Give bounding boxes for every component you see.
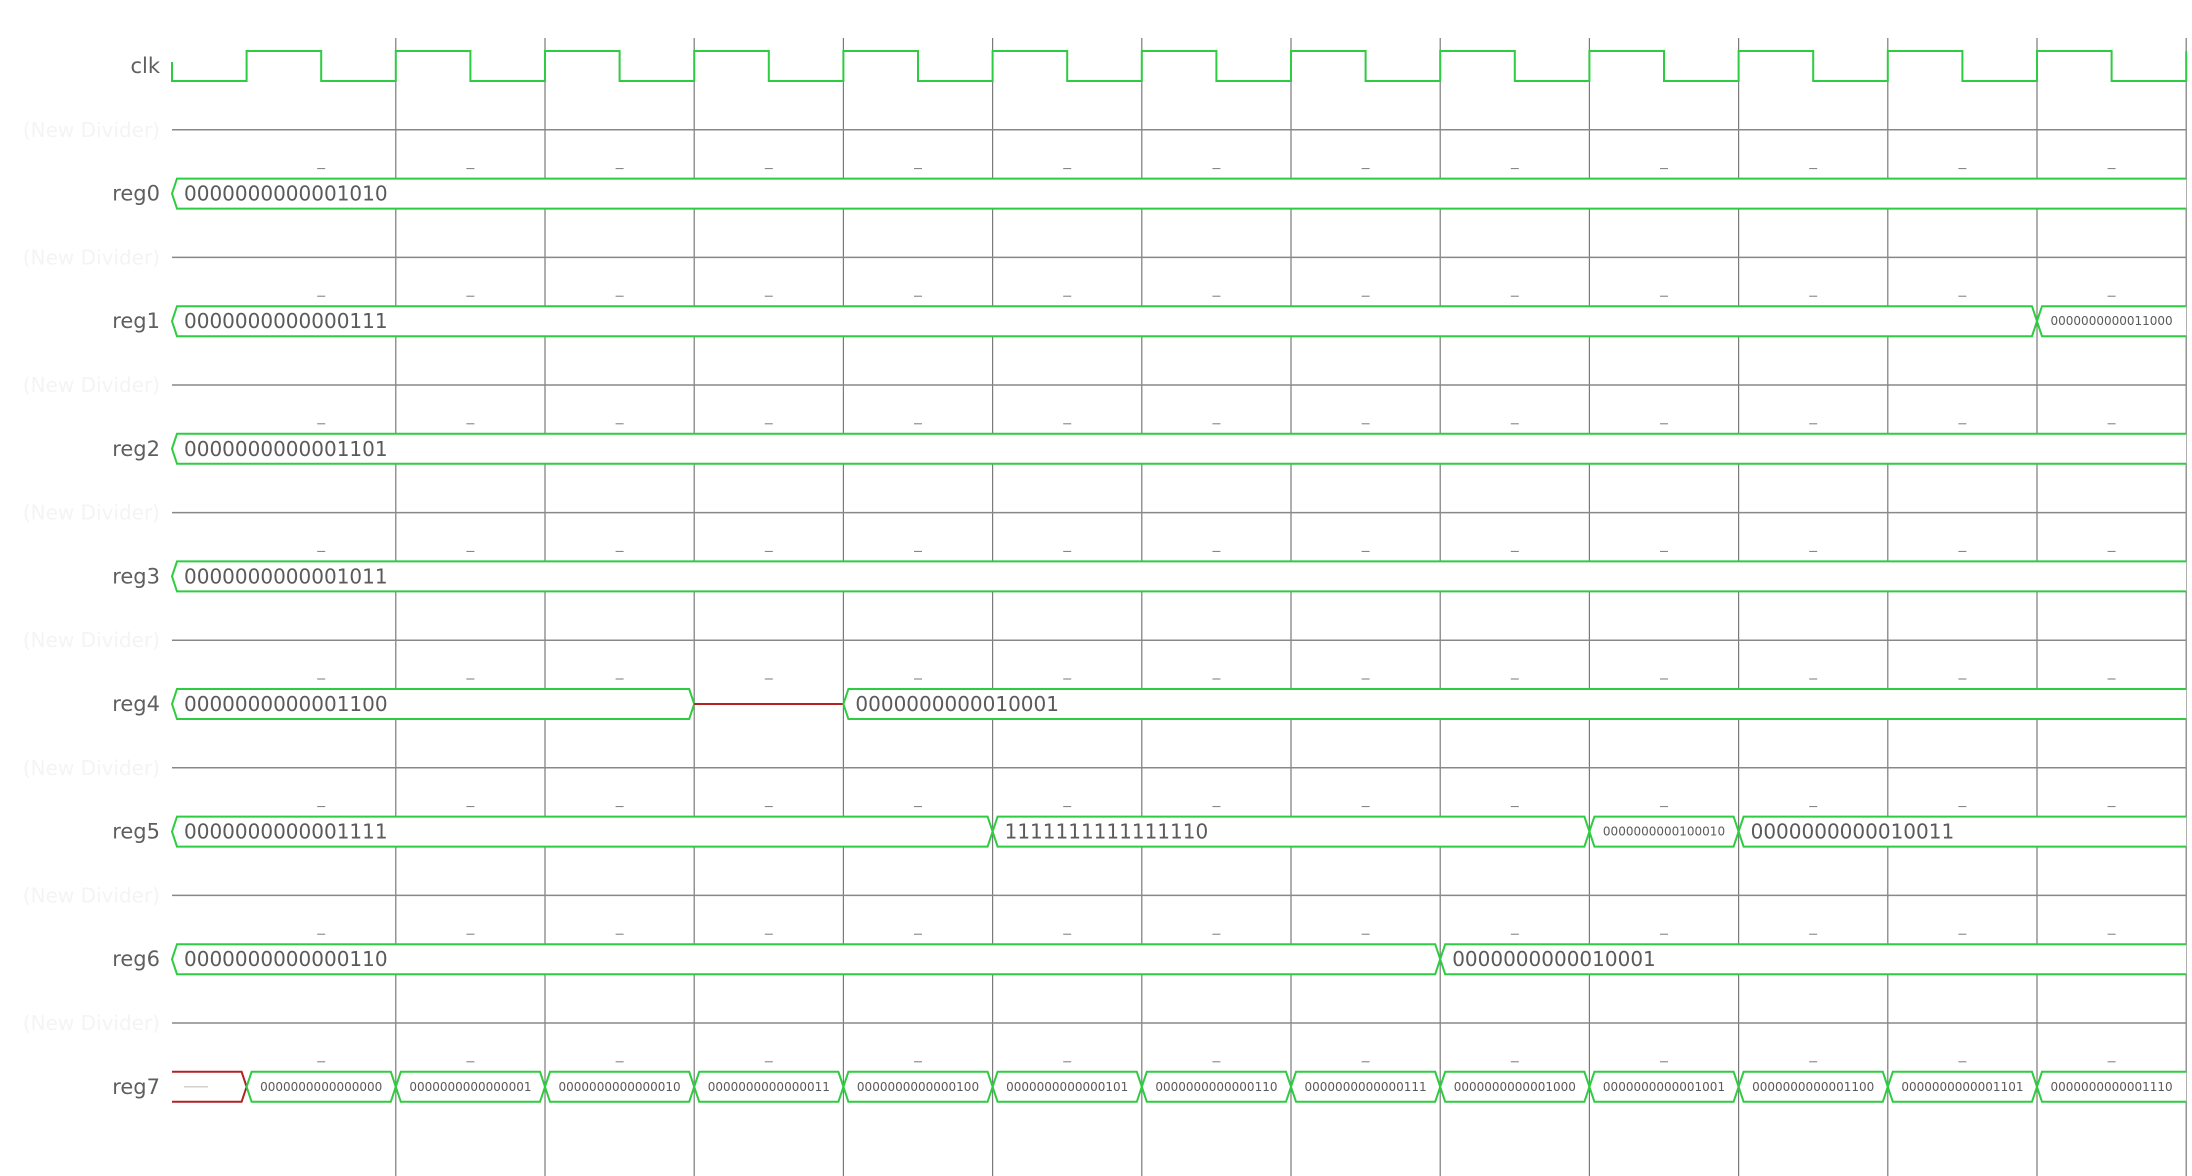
bus-value: 0000000000001011 [184,564,388,588]
divider-label: (New Divider) [23,501,160,525]
signal-name-reg0: reg0 [112,182,160,206]
divider-label: (New Divider) [23,245,160,269]
bus-value: 0000000000000011 [708,1080,830,1094]
bus-value: 0000000000100010 [1603,825,1725,839]
bus-value: 0000000000001111 [184,820,388,844]
bus-value: 0000000000000110 [1155,1080,1277,1094]
bus-value: 0000000000000001 [409,1080,531,1094]
signal-name-reg1: reg1 [112,309,160,333]
divider-label: (New Divider) [23,628,160,652]
divider-label: (New Divider) [23,118,160,142]
signal-name-reg5: reg5 [112,820,160,844]
bus-value: 0000000000000000 [260,1080,382,1094]
signal-name-reg4: reg4 [112,692,160,716]
bus-value: 0000000000010001 [1452,947,1656,971]
bus-value: 0000000000000100 [857,1080,979,1094]
divider-label: (New Divider) [23,756,160,780]
bus-value: 0000000000001100 [184,692,388,716]
signal-name-reg7: reg7 [112,1075,160,1099]
signal-name-reg2: reg2 [112,437,160,461]
bus-value: 0000000000001001 [1603,1080,1725,1094]
bus-value: 0000000000000110 [184,947,388,971]
unknown-segment [172,1070,248,1103]
bus-value: 0000000000001101 [184,437,388,461]
signal-names: clk (New Divider) reg0 (New Divider) reg1 (Ne… [23,54,161,1099]
bus-value: 0000000000001110 [2051,1080,2173,1094]
divider-label: (New Divider) [23,373,160,397]
divider-label: (New Divider) [23,883,160,907]
bus-value: 0000000000000111 [184,309,388,333]
bus-segment [170,305,2039,338]
signal-traces: 0000000000001010 0000000000000111 00000000… [170,50,2188,1103]
bus-value: 0000000000000101 [1006,1080,1128,1094]
signal-name-clk: clk [130,54,160,78]
bus-value: 0000000000011000 [2051,314,2173,328]
signal-name-reg6: reg6 [112,947,160,971]
bus-segment [170,432,2187,465]
bus-value: 0000000000001101 [1901,1080,2023,1094]
bus-value: 0000000000000010 [559,1080,681,1094]
bus-value: 0000000000000111 [1305,1080,1427,1094]
bus-segment [170,177,2187,210]
waveform-viewer: clk (New Divider) reg0 (New Divider) reg1 (Ne… [23,38,2188,1176]
bus-value: 0000000000010001 [855,692,1059,716]
bus-value: 1111111111111110 [1005,820,1209,844]
signal-name-reg3: reg3 [112,564,160,588]
bus-segment [170,560,2187,593]
bus-value: 0000000000001010 [184,182,388,206]
bus-value: 0000000000001100 [1752,1080,1874,1094]
clk-trace [171,50,2188,82]
bus-value: 0000000000010011 [1751,820,1955,844]
divider-label: (New Divider) [23,1011,160,1035]
bus-value: 0000000000001000 [1454,1080,1576,1094]
